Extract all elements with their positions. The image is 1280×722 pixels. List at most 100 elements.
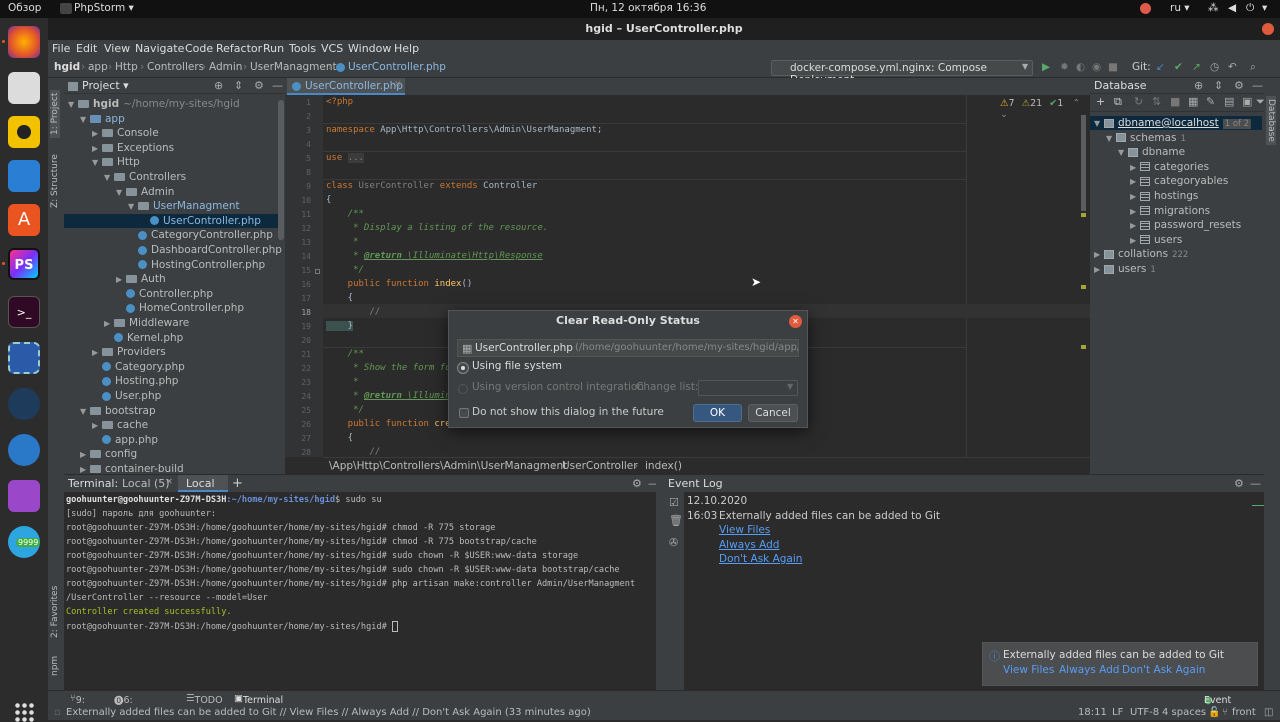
db-tree-item[interactable]: ▼ schemas 1	[1090, 131, 1262, 145]
view-files-link[interactable]: View Files	[719, 524, 770, 536]
menu-edit[interactable]: Edit	[76, 42, 97, 55]
hide-icon[interactable]: —	[1252, 78, 1263, 94]
tree-item[interactable]: ▶ cache	[64, 418, 278, 432]
tree-item[interactable]: DashboardController.php	[64, 243, 282, 257]
menu-navigate[interactable]: Navigate	[135, 42, 184, 55]
file-list[interactable]: ▦ UserController.php (/home/goohuunter/h…	[457, 339, 799, 357]
chevron-down-icon[interactable]: ▾	[1262, 2, 1267, 14]
refresh-icon[interactable]: ↻	[1134, 95, 1143, 108]
tree-item[interactable]: User.php	[64, 389, 278, 403]
line-separator[interactable]: LF	[1112, 707, 1123, 718]
ok-button[interactable]: OK	[693, 404, 742, 422]
folded-imports[interactable]: ...	[347, 153, 364, 163]
tree-item[interactable]: HomeController.php	[64, 301, 278, 315]
software-icon[interactable]: A	[8, 204, 40, 236]
trash-icon[interactable]: 🗑	[669, 514, 683, 527]
warning-marker[interactable]	[1081, 345, 1086, 349]
breadcrumb-file[interactable]: UserController.php	[348, 61, 446, 73]
add-icon[interactable]: +	[1096, 95, 1105, 108]
close-icon[interactable]: ✕	[394, 80, 402, 90]
db-tree-item[interactable]: ▶ users 1	[1090, 262, 1262, 276]
indent-setting[interactable]: 4 spaces	[1162, 707, 1206, 718]
collapsed-arrow-icon[interactable]: ▶	[1130, 161, 1140, 175]
menu-tools[interactable]: Tools	[289, 42, 316, 55]
gear-icon[interactable]: ⚙	[1234, 78, 1244, 94]
terminal-icon[interactable]: >_	[8, 296, 40, 328]
breadcrumb-controllers[interactable]: Controllers	[147, 61, 204, 73]
profile-icon[interactable]: ◉	[1092, 61, 1101, 73]
overview-button[interactable]: Обзор	[8, 2, 41, 14]
collapsed-arrow-icon[interactable]: ▶	[92, 142, 102, 156]
tree-item[interactable]: ▼ Http	[64, 155, 278, 169]
expanded-arrow-icon[interactable]: ▼	[1118, 146, 1128, 160]
project-tool-button[interactable]: 1: Project	[50, 89, 60, 138]
coverage-icon[interactable]: ◐	[1076, 61, 1085, 73]
expanded-arrow-icon[interactable]: ▼	[1094, 117, 1104, 131]
menu-window[interactable]: Window	[348, 42, 391, 55]
collapsed-arrow-icon[interactable]: ▶	[92, 346, 102, 360]
collapsed-arrow-icon[interactable]: ▶	[1130, 205, 1140, 219]
db-tree-item[interactable]: ▶ hostings	[1090, 189, 1262, 203]
expanded-arrow-icon[interactable]: ▼	[128, 200, 138, 214]
hide-icon[interactable]: —	[272, 78, 283, 94]
view-icon[interactable]: ▣	[1242, 95, 1252, 108]
collapse-icon[interactable]: ⇕	[1214, 78, 1223, 94]
table-icon[interactable]: ▦	[1188, 95, 1198, 108]
volume-icon[interactable]: ◀	[1228, 2, 1236, 14]
power-icon[interactable]: ⏻	[1246, 2, 1254, 15]
tree-item[interactable]: ▼ hgid ~/home/my-sites/hgid	[64, 97, 278, 111]
collapsed-arrow-icon[interactable]: ▶	[1094, 248, 1104, 262]
git-push-icon[interactable]: ↗	[1192, 61, 1201, 73]
network-icon[interactable]: ⁂	[1208, 2, 1219, 14]
tree-item[interactable]: ▼ UserManagment	[64, 199, 278, 213]
debug-icon[interactable]: ✹	[1060, 61, 1069, 73]
notification-view-files[interactable]: View Files	[1003, 664, 1054, 676]
radio-file-system[interactable]	[457, 362, 469, 374]
collapsed-arrow-icon[interactable]: ▶	[104, 317, 114, 331]
tree-item[interactable]: Category.php	[64, 360, 278, 374]
hide-icon[interactable]: —	[1250, 477, 1261, 490]
menu-help[interactable]: Help	[394, 42, 419, 55]
tree-item[interactable]: ▶ config	[64, 447, 278, 461]
expanded-arrow-icon[interactable]: ▼	[116, 186, 126, 200]
git-commit-icon[interactable]: ✔	[1174, 61, 1183, 73]
git-notification[interactable]: ⓘ Externally added files can be added to…	[982, 642, 1258, 686]
breadcrumb-class[interactable]: UserController	[562, 460, 638, 472]
writer-icon[interactable]	[8, 160, 40, 192]
npm-tool-button[interactable]: npm	[50, 656, 60, 676]
tree-item[interactable]: app.php	[64, 433, 278, 447]
collapsed-arrow-icon[interactable]: ▶	[1094, 263, 1104, 277]
terminal-tab-local[interactable]: Local	[178, 475, 228, 492]
tab-usercontroller[interactable]: UserController.php ✕	[287, 78, 405, 95]
git-update-icon[interactable]: ↙	[1156, 61, 1165, 73]
notification-always-add[interactable]: Always Add	[1059, 664, 1119, 676]
browser-icon[interactable]	[8, 434, 40, 466]
collapsed-arrow-icon[interactable]: ▶	[1130, 234, 1140, 248]
expanded-arrow-icon[interactable]: ▼	[92, 156, 102, 170]
inspection-widget[interactable]: ⚠7 ⚠21 ✔1 ⌃ ⌄	[1000, 98, 1090, 120]
dont-ask-again-link[interactable]: Don't Ask Again	[719, 553, 802, 565]
tree-item[interactable]: Controller.php	[64, 287, 278, 301]
tree-item[interactable]: UserController.php	[64, 213, 278, 228]
tree-item[interactable]: ▶ container-build	[64, 462, 278, 476]
git-tab[interactable]: ⑂ 9: Git	[70, 693, 89, 717]
menu-run[interactable]: Run	[263, 42, 284, 55]
tree-item[interactable]: HostingController.php	[64, 258, 278, 272]
collapsed-arrow-icon[interactable]: ▶	[1130, 175, 1140, 189]
sync-icon[interactable]: ⇅	[1152, 95, 1161, 108]
dialog-close-icon[interactable]: ✕	[789, 315, 802, 328]
collapsed-arrow-icon[interactable]: ▶	[116, 273, 126, 287]
tree-item[interactable]: ▶ Providers	[64, 345, 278, 359]
app-menu[interactable]: PhpStorm ▾	[74, 2, 134, 14]
collapsed-arrow-icon[interactable]: ▶	[1130, 219, 1140, 233]
collapsed-arrow-icon[interactable]: ▶	[1130, 190, 1140, 204]
db-tree-item[interactable]: ▶ users	[1090, 233, 1262, 247]
memory-icon[interactable]: ◫	[1264, 707, 1273, 718]
breadcrumb-app[interactable]: app	[88, 61, 108, 73]
breadcrumb-usermanagment[interactable]: UserManagment	[250, 61, 337, 73]
terminal-tab-local-5[interactable]: Local (5)	[122, 477, 170, 490]
tree-item[interactable]: Hosting.php	[64, 374, 278, 388]
lock-icon[interactable]: 🔓	[1208, 707, 1220, 718]
menu-vcs[interactable]: VCS	[321, 42, 343, 55]
menu-refactor[interactable]: Refactor	[216, 42, 262, 55]
